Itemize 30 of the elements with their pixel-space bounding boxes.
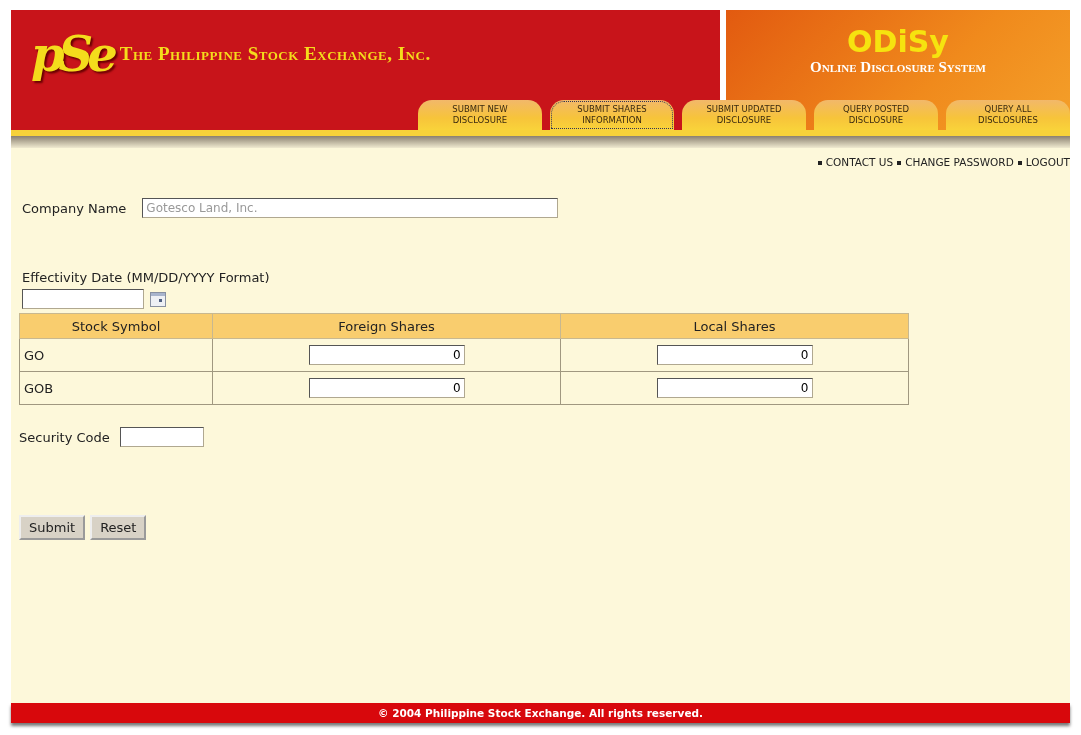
shares-field[interactable]: 0	[308, 345, 465, 365]
nav-tab[interactable]: QUERY ALL DISCLOSURES	[946, 100, 1070, 130]
header-link[interactable]: CONTACT US	[817, 156, 894, 168]
nav-tab[interactable]: SUBMIT NEW DISCLOSURE	[418, 100, 542, 130]
nav-tab[interactable]: QUERY POSTED DISCLOSURE	[814, 100, 938, 130]
nav-tab[interactable]: SUBMIT UPDATED DISCLOSURE	[682, 100, 806, 130]
system-logo: ODiSy	[847, 24, 949, 59]
footer-text: © 2004 Philippine Stock Exchange. All rights reserved.	[11, 703, 1070, 723]
nav-tab[interactable]: SUBMIT SHARES INFORMATION	[550, 100, 674, 130]
field-label: Company Name	[22, 200, 127, 216]
column-header: Foreign Shares	[212, 313, 561, 339]
shares-field[interactable]: 0	[308, 378, 465, 398]
site-title: The Philippine Stock Exchange, Inc.	[119, 43, 431, 65]
column-header: Stock Symbol	[19, 313, 213, 339]
shares-field[interactable]: 0	[656, 345, 813, 365]
table-cell: GOB	[19, 371, 213, 405]
date-field[interactable]	[22, 289, 144, 309]
field-label: Effectivity Date (MM/DD/YYYY Format)	[22, 270, 271, 285]
header-link[interactable]: CHANGE PASSWORD	[897, 156, 1014, 168]
logo: pSe	[31, 26, 112, 82]
table-cell: GO	[19, 338, 213, 372]
column-header: Local Shares	[560, 313, 909, 339]
security-code-field[interactable]	[119, 427, 204, 447]
system-subtitle: Online Disclosure System	[810, 59, 986, 76]
shares-field[interactable]: 0	[656, 378, 813, 398]
form-button[interactable]: Reset	[90, 515, 147, 540]
calendar-icon[interactable]	[150, 291, 166, 307]
header-link[interactable]: LOGOUT	[1017, 156, 1070, 168]
field-label: Security Code	[19, 429, 110, 445]
form-button[interactable]: Submit	[19, 515, 86, 540]
